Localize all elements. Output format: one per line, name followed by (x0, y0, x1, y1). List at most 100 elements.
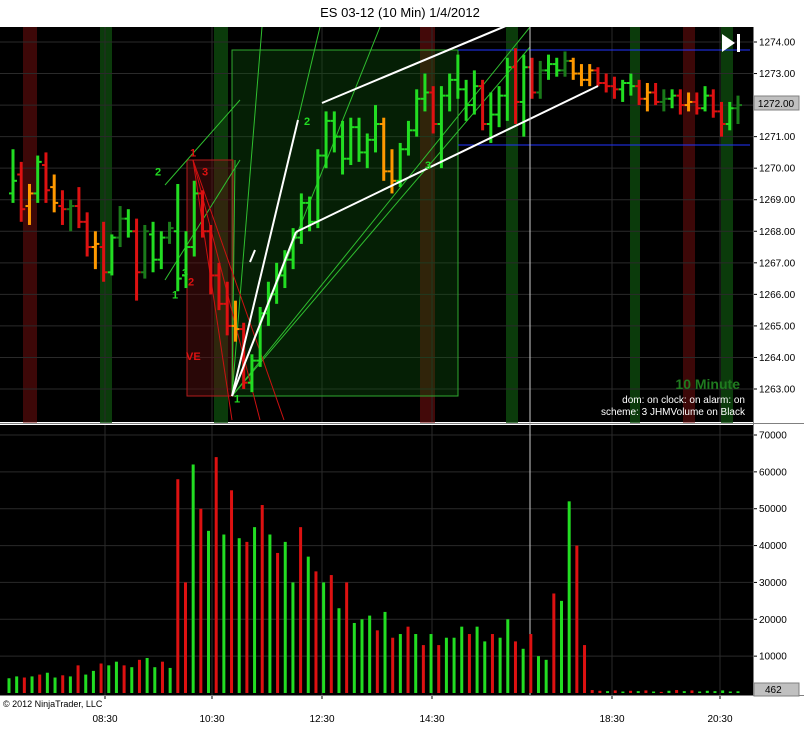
volume-bar[interactable] (644, 690, 648, 693)
volume-bar[interactable] (544, 659, 548, 693)
volume-bar[interactable] (15, 676, 19, 693)
volume-bar[interactable] (160, 661, 164, 693)
volume-bar[interactable] (337, 608, 341, 693)
volume-bar[interactable] (713, 691, 717, 693)
price-axis[interactable]: 1263.00 1264.00 1265.00 1266.00 1267.00 1268.… (753, 38, 796, 396)
volume-bar[interactable] (721, 690, 725, 693)
volume-bar[interactable] (513, 641, 517, 693)
volume-bar[interactable] (606, 691, 610, 693)
volume-bar[interactable] (460, 626, 464, 693)
volume-bar[interactable] (659, 691, 663, 693)
volume-bar[interactable] (613, 690, 617, 693)
volume-bar[interactable] (61, 675, 65, 693)
volume-bar[interactable] (245, 541, 249, 693)
volume-bar[interactable] (137, 659, 141, 693)
volume-bar[interactable] (629, 690, 633, 693)
volume-bar[interactable] (191, 464, 195, 693)
volume-bar[interactable] (567, 501, 571, 693)
volume-bar[interactable] (391, 637, 395, 693)
volume-bar[interactable] (30, 676, 34, 693)
volume-bar[interactable] (153, 667, 157, 693)
volume-bar[interactable] (498, 637, 502, 693)
volume-bar[interactable] (414, 634, 418, 693)
volume-bar[interactable] (575, 545, 579, 693)
volume-bar[interactable] (199, 508, 203, 693)
volume-bar[interactable] (667, 690, 671, 693)
volume-bar[interactable] (352, 622, 356, 693)
volume-bar[interactable] (268, 534, 272, 693)
volume-bar[interactable] (314, 571, 318, 693)
volume-bar[interactable] (698, 691, 702, 693)
volume-bar[interactable] (68, 676, 72, 693)
volume-bar[interactable] (690, 690, 694, 693)
volume-bar[interactable] (84, 674, 88, 693)
volume-bar[interactable] (368, 615, 372, 693)
volume-bar[interactable] (76, 665, 80, 693)
volume-bar[interactable] (398, 634, 402, 693)
volume-bar[interactable] (506, 619, 510, 693)
volume-bar[interactable] (207, 530, 211, 693)
volume-bar[interactable] (329, 575, 333, 693)
volume-bar[interactable] (183, 582, 187, 693)
volume-bar[interactable] (260, 505, 264, 693)
volume-bar[interactable] (22, 677, 26, 693)
volume-bar[interactable] (276, 552, 280, 693)
volume-bar[interactable] (99, 663, 103, 693)
volume-bar[interactable] (230, 490, 234, 693)
volume-bar[interactable] (467, 634, 471, 693)
volume-bar[interactable] (168, 667, 172, 693)
volume-bar[interactable] (299, 527, 303, 693)
volume-bar[interactable] (682, 691, 686, 693)
volume-bar[interactable] (736, 691, 740, 693)
volume-bar[interactable] (406, 626, 410, 693)
volume-bar[interactable] (122, 665, 126, 693)
volume-bar[interactable] (145, 657, 149, 693)
volume-bar[interactable] (590, 690, 594, 693)
volume-bar[interactable] (253, 527, 257, 693)
volume-bar[interactable] (583, 645, 587, 693)
volume-bar[interactable] (421, 645, 425, 693)
price-tick-label: 1273.00 (759, 69, 796, 80)
volume-bar[interactable] (675, 690, 679, 693)
volume-axis[interactable]: 10000 20000 30000 40000 50000 60000 70000 (753, 431, 787, 663)
volume-bar[interactable] (360, 619, 364, 693)
volume-bar[interactable] (437, 645, 441, 693)
volume-bar[interactable] (490, 634, 494, 693)
volume-bar[interactable] (560, 600, 564, 693)
volume-bar[interactable] (521, 648, 525, 693)
volume-bar[interactable] (705, 690, 709, 693)
volume-bar[interactable] (222, 534, 226, 693)
volume-bar[interactable] (306, 556, 310, 693)
volume-bar[interactable] (529, 634, 533, 693)
volume-bar[interactable] (621, 691, 625, 693)
volume-bar[interactable] (429, 634, 433, 693)
volume-bar[interactable] (383, 611, 387, 693)
volume-bar[interactable] (475, 626, 479, 693)
volume-bar[interactable] (483, 641, 487, 693)
volume-bar[interactable] (728, 691, 732, 693)
volume-bar[interactable] (652, 691, 656, 693)
volume-bar[interactable] (237, 538, 241, 693)
volume-bar[interactable] (291, 582, 295, 693)
volume-bar[interactable] (536, 656, 540, 693)
volume-bar[interactable] (38, 674, 42, 693)
volume-bar[interactable] (375, 630, 379, 693)
volume-bar[interactable] (322, 582, 326, 693)
volume-bar[interactable] (444, 637, 448, 693)
volume-bar[interactable] (53, 677, 57, 693)
volume-bar[interactable] (283, 541, 287, 693)
volume-bar[interactable] (176, 479, 180, 693)
volume-bar[interactable] (345, 582, 349, 693)
volume-bar[interactable] (7, 678, 11, 693)
time-axis[interactable]: 08:30 10:30 12:30 14:30 18:30 20:30 (92, 695, 733, 725)
volume-bar[interactable] (107, 665, 111, 693)
volume-bar[interactable] (114, 661, 118, 693)
volume-bar[interactable] (598, 690, 602, 693)
volume-bar[interactable] (91, 670, 95, 693)
volume-bar[interactable] (636, 691, 640, 693)
volume-bar[interactable] (214, 457, 218, 693)
volume-bar[interactable] (130, 667, 134, 693)
volume-bar[interactable] (552, 593, 556, 693)
volume-bar[interactable] (45, 672, 49, 693)
volume-bar[interactable] (452, 637, 456, 693)
